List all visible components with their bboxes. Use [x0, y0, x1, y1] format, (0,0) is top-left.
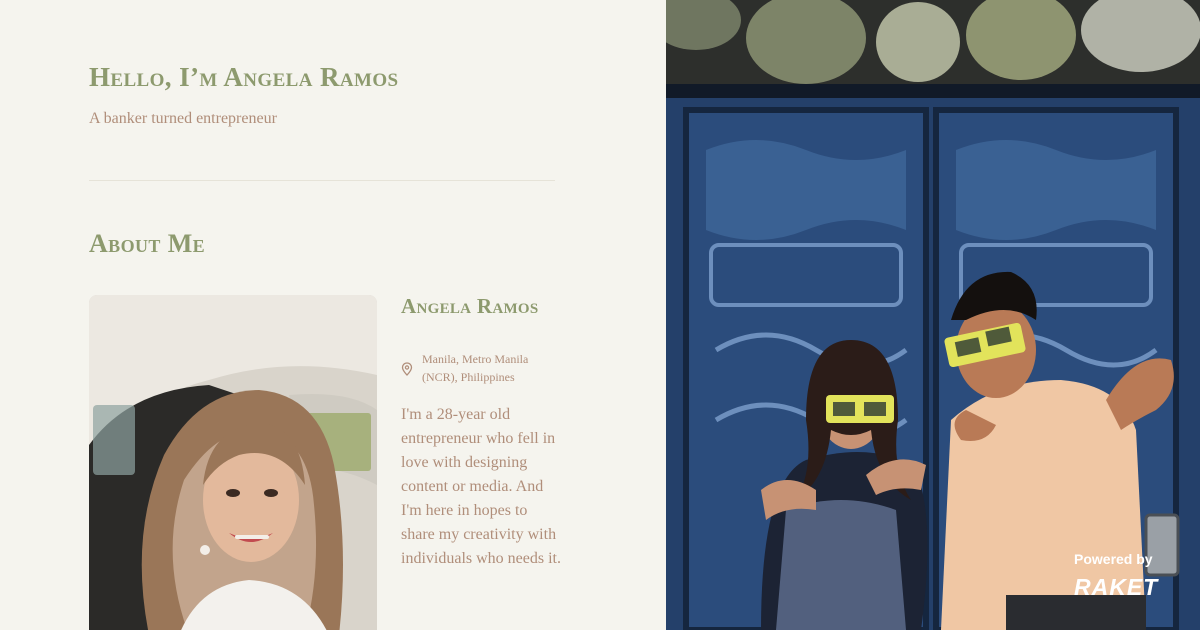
section-divider: [89, 180, 555, 181]
powered-by-label: Powered by: [1074, 551, 1153, 567]
hero-subtitle: A banker turned entrepreneur: [89, 110, 277, 127]
cover-photo: [666, 0, 1200, 630]
about-section-title: About Me: [89, 229, 206, 258]
profile-panel: Hello, I’m Angela Ramos A banker turned …: [0, 0, 666, 630]
location-text: Manila, Metro Manila (NCR), Philippines: [422, 352, 529, 384]
location-pin-icon: [401, 362, 413, 381]
raket-logo[interactable]: RAKET: [1074, 574, 1158, 601]
profile-name: Angela Ramos: [401, 294, 539, 318]
profile-location: Manila, Metro Manila (NCR), Philippines: [401, 350, 561, 386]
profile-photo: [89, 295, 377, 630]
portfolio-page: Hello, I’m Angela Ramos A banker turned …: [0, 0, 1200, 630]
profile-bio: I'm a 28-year old entrepreneur who fell …: [401, 406, 561, 567]
hero-title: Hello, I’m Angela Ramos: [89, 62, 399, 92]
